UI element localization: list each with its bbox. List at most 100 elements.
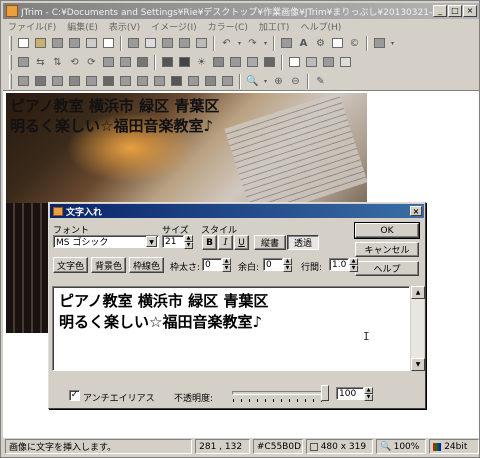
bg-color-button[interactable]: 背景色: [91, 257, 126, 273]
sharpen-icon[interactable]: [228, 55, 243, 69]
eyedropper-icon[interactable]: ✎: [313, 74, 328, 88]
open-icon[interactable]: [33, 36, 48, 50]
bold-button[interactable]: B: [202, 235, 217, 250]
text-icon[interactable]: A: [296, 36, 311, 50]
margin-spinner[interactable]: ▲ ▼: [283, 258, 292, 272]
trim-icon[interactable]: [118, 55, 133, 69]
italic-button[interactable]: I: [218, 235, 233, 250]
maximize-button[interactable]: □: [448, 5, 462, 17]
batch-icon[interactable]: [372, 36, 387, 50]
mosaic-icon[interactable]: [262, 55, 277, 69]
close-button[interactable]: ×: [463, 5, 477, 17]
undo-dropdown-icon[interactable]: ▾: [236, 36, 243, 50]
zoom-icon[interactable]: 🔍: [245, 74, 260, 88]
border-icon[interactable]: [287, 55, 302, 69]
underline-button[interactable]: U: [234, 235, 249, 250]
zoom-in-icon[interactable]: ⊕: [271, 74, 286, 88]
flip-vertical-icon[interactable]: ⇅: [50, 55, 65, 69]
zoom-out-icon[interactable]: ⊖: [288, 74, 303, 88]
font-select[interactable]: MS ゴシック: [53, 235, 159, 248]
effect13-icon[interactable]: [220, 74, 235, 88]
hand-icon[interactable]: [194, 36, 209, 50]
effect8-icon[interactable]: [135, 74, 150, 88]
text-content-area[interactable]: ピアノ教室 横浜市 緑区 青葉区 明るく楽しい☆福田音楽教室♪: [52, 286, 410, 371]
preview-icon[interactable]: [101, 36, 116, 50]
resize-icon[interactable]: [16, 55, 31, 69]
menu-help[interactable]: ヘルプ(H): [300, 20, 341, 33]
rotate-right-icon[interactable]: ⟳: [84, 55, 99, 69]
cut-icon[interactable]: [126, 36, 141, 50]
noise-icon[interactable]: [338, 55, 353, 69]
effect10-icon[interactable]: [169, 74, 184, 88]
effect6-icon[interactable]: [101, 74, 116, 88]
text-scrollbar[interactable]: ▲ ▼: [410, 286, 425, 371]
size-spinner[interactable]: ▲ ▼: [184, 235, 193, 249]
new-icon[interactable]: [16, 36, 31, 50]
border-width-spinner[interactable]: ▲ ▼: [222, 258, 231, 272]
redo-icon[interactable]: ↷: [245, 36, 260, 50]
cancel-button[interactable]: キャンセル: [355, 242, 419, 257]
vertical-button[interactable]: 縦書: [254, 235, 286, 250]
antialias-checkbox[interactable]: ✓: [69, 390, 80, 401]
effect1-icon[interactable]: [16, 74, 31, 88]
menu-edit[interactable]: 編集(E): [67, 20, 98, 33]
crop-icon[interactable]: [279, 36, 294, 50]
flip-horizontal-icon[interactable]: ⇆: [33, 55, 48, 69]
text-color-button[interactable]: 文字色: [53, 257, 88, 273]
font-dropdown-icon[interactable]: ▼: [146, 236, 157, 247]
rotate-icon[interactable]: [101, 55, 116, 69]
menu-image[interactable]: イメージ(I): [151, 20, 197, 33]
help-button[interactable]: ヘルプ: [355, 261, 419, 276]
settings-icon[interactable]: ⚙: [313, 36, 328, 50]
minimize-button[interactable]: _: [433, 5, 447, 17]
blur-icon[interactable]: [245, 55, 260, 69]
margin-input[interactable]: 0: [263, 258, 283, 271]
effect2-icon[interactable]: [33, 74, 48, 88]
opacity-slider[interactable]: [232, 391, 328, 395]
effect5-icon[interactable]: [84, 74, 99, 88]
copyright-icon[interactable]: ©: [347, 36, 362, 50]
save-as-icon[interactable]: [67, 36, 82, 50]
brightness-icon[interactable]: [160, 55, 175, 69]
zoom-dropdown-icon[interactable]: ▾: [262, 74, 269, 88]
opacity-input[interactable]: 100: [336, 387, 364, 400]
line-spacing-spinner[interactable]: ▲ ▼: [349, 258, 358, 272]
effect3-icon[interactable]: [50, 74, 65, 88]
border-width-input[interactable]: 0: [202, 258, 222, 271]
ok-button[interactable]: OK: [354, 222, 420, 239]
scroll-up-icon[interactable]: ▲: [411, 286, 425, 299]
contrast-icon[interactable]: [177, 55, 192, 69]
options-dropdown-icon[interactable]: ▾: [389, 36, 396, 50]
rotate-left-icon[interactable]: ⟲: [67, 55, 82, 69]
save-icon[interactable]: [50, 36, 65, 50]
effect9-icon[interactable]: [152, 74, 167, 88]
menu-file[interactable]: ファイル(F): [8, 20, 56, 33]
menu-view[interactable]: 表示(V): [109, 20, 140, 33]
emboss-icon[interactable]: [321, 55, 336, 69]
effect11-icon[interactable]: [186, 74, 201, 88]
scroll-down-icon[interactable]: ▼: [411, 358, 425, 371]
hue-icon[interactable]: [211, 55, 226, 69]
undo-icon[interactable]: ↶: [219, 36, 234, 50]
paste-icon[interactable]: [160, 36, 175, 50]
dialog-close-button[interactable]: ×: [410, 206, 422, 216]
frame-icon[interactable]: [330, 36, 345, 50]
line-spacing-input[interactable]: 1.0: [329, 258, 349, 271]
menu-process[interactable]: 加工(T): [259, 20, 290, 33]
transparent-button[interactable]: 透過: [287, 235, 319, 250]
gamma-icon[interactable]: ☀: [194, 55, 209, 69]
redo-dropdown-icon[interactable]: ▾: [262, 36, 269, 50]
copy-icon[interactable]: [143, 36, 158, 50]
paste-new-icon[interactable]: [177, 36, 192, 50]
effect7-icon[interactable]: [118, 74, 133, 88]
size-input[interactable]: 21: [162, 235, 184, 248]
effect4-icon[interactable]: [67, 74, 82, 88]
shadow-icon[interactable]: [304, 55, 319, 69]
menu-color[interactable]: カラー(C): [208, 20, 248, 33]
print-icon[interactable]: [84, 36, 99, 50]
grayscale-icon[interactable]: [135, 55, 150, 69]
opacity-slider-thumb[interactable]: [321, 385, 329, 401]
border-color-button[interactable]: 枠線色: [129, 257, 164, 273]
effect12-icon[interactable]: [203, 74, 218, 88]
opacity-spinner[interactable]: ▲ ▼: [364, 387, 373, 401]
